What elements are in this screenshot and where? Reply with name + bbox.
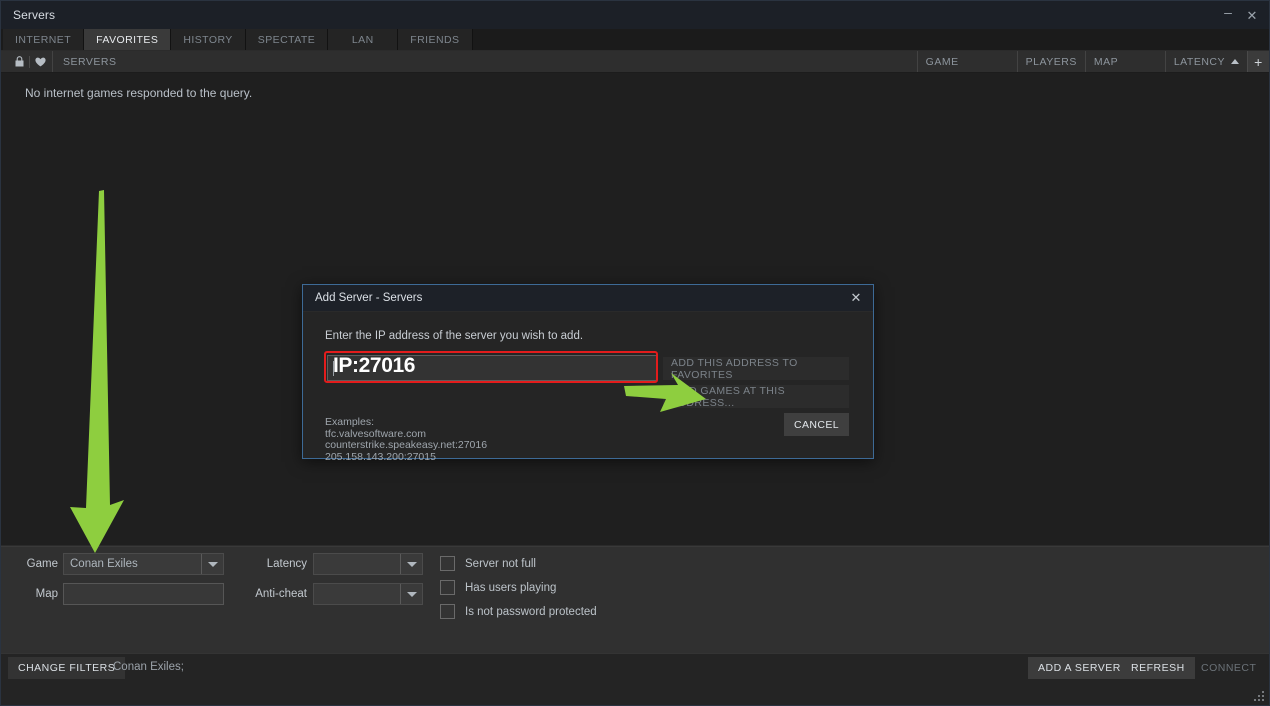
map-filter-input[interactable] bbox=[63, 583, 224, 605]
empty-list-message: No internet games responded to the query… bbox=[25, 86, 253, 100]
checkbox-box[interactable] bbox=[440, 580, 455, 595]
header-icon-divider bbox=[29, 55, 30, 68]
close-button[interactable]: ✕ bbox=[1241, 3, 1263, 27]
game-filter-dropdown[interactable]: Conan Exiles bbox=[63, 553, 224, 575]
sort-ascending-icon bbox=[1231, 59, 1239, 64]
column-map-label: MAP bbox=[1093, 55, 1119, 68]
column-header: SERVERS GAME PLAYERS MAP LATENCY + bbox=[1, 51, 1269, 73]
find-games-at-this-address-button[interactable]: FIND GAMES AT THIS ADDRESS... bbox=[663, 385, 849, 408]
minimize-button[interactable]: – bbox=[1217, 3, 1239, 27]
dialog-prompt: Enter the IP address of the server you w… bbox=[325, 330, 584, 342]
chevron-down-icon[interactable] bbox=[400, 554, 422, 574]
ip-annotation-text: IP:27016 bbox=[333, 354, 416, 377]
dialog-title: Add Server - Servers bbox=[315, 292, 423, 304]
column-map[interactable]: MAP bbox=[1084, 51, 1165, 72]
checkbox-label: Is not password protected bbox=[465, 605, 597, 618]
tab-spectate[interactable]: SPECTATE bbox=[245, 29, 329, 50]
column-servers[interactable]: SERVERS bbox=[52, 51, 917, 72]
chevron-down-icon[interactable] bbox=[400, 584, 422, 604]
cancel-button[interactable]: CANCEL bbox=[784, 413, 849, 436]
latency-filter-dropdown[interactable] bbox=[313, 553, 423, 575]
change-filters-button[interactable]: CHANGE FILTERS bbox=[8, 657, 126, 679]
column-header-icons bbox=[1, 51, 52, 72]
game-filter-value: Conan Exiles bbox=[70, 558, 138, 570]
anticheat-filter-dropdown[interactable] bbox=[313, 583, 423, 605]
column-players[interactable]: PLAYERS bbox=[1016, 51, 1085, 72]
checkbox-label: Server not full bbox=[465, 557, 536, 570]
tab-favorites[interactable]: FAVORITES bbox=[84, 29, 172, 50]
chevron-down-icon[interactable] bbox=[201, 554, 223, 574]
column-servers-label: SERVERS bbox=[63, 55, 117, 68]
window-controls: – ✕ bbox=[1217, 1, 1263, 29]
window-title: Servers bbox=[13, 8, 56, 22]
dialog-body: Enter the IP address of the server you w… bbox=[303, 312, 873, 462]
tab-lan[interactable]: LAN bbox=[328, 29, 399, 50]
checkbox-label: Has users playing bbox=[465, 581, 557, 594]
title-bar: Servers – ✕ bbox=[1, 1, 1269, 29]
tab-bar: INTERNET FAVORITES HISTORY SPECTATE LAN … bbox=[1, 29, 1269, 51]
active-filter-summary: Conan Exiles; bbox=[113, 661, 184, 673]
example-line: counterstrike.speakeasy.net:27016 bbox=[325, 439, 488, 451]
add-column-button[interactable]: + bbox=[1247, 51, 1269, 72]
dialog-title-bar: Add Server - Servers ✕ bbox=[303, 285, 873, 312]
checkbox-is-not-password-protected[interactable]: Is not password protected bbox=[440, 604, 597, 619]
column-game[interactable]: GAME bbox=[916, 51, 1017, 72]
column-game-label: GAME bbox=[925, 55, 959, 68]
add-a-server-button[interactable]: ADD A SERVER bbox=[1028, 657, 1131, 679]
checkbox-has-users-playing[interactable]: Has users playing bbox=[440, 580, 556, 595]
column-latency[interactable]: LATENCY bbox=[1164, 51, 1247, 72]
map-filter-label: Map bbox=[35, 588, 58, 600]
tab-history[interactable]: HISTORY bbox=[171, 29, 246, 50]
refresh-button[interactable]: REFRESH bbox=[1121, 657, 1195, 679]
latency-filter-label: Latency bbox=[266, 558, 307, 570]
connect-button: CONNECT bbox=[1201, 662, 1257, 674]
examples-block: Examples: tfc.valvesoftware.com counters… bbox=[325, 416, 488, 463]
examples-heading: Examples: bbox=[325, 416, 375, 428]
add-server-dialog: Add Server - Servers ✕ Enter the IP addr… bbox=[302, 284, 874, 462]
column-players-label: PLAYERS bbox=[1025, 55, 1077, 68]
checkbox-server-not-full[interactable]: Server not full bbox=[440, 556, 536, 571]
example-line: 205.158.143.200:27015 bbox=[325, 450, 436, 463]
column-latency-label: LATENCY bbox=[1173, 55, 1225, 68]
resize-grip[interactable] bbox=[1252, 689, 1264, 701]
checkbox-box[interactable] bbox=[440, 604, 455, 619]
lock-icon bbox=[11, 56, 27, 67]
tab-internet[interactable]: INTERNET bbox=[3, 29, 85, 50]
dialog-close-button[interactable]: ✕ bbox=[847, 289, 865, 307]
game-filter-label: Game bbox=[26, 558, 58, 570]
checkbox-box[interactable] bbox=[440, 556, 455, 571]
anticheat-filter-label: Anti-cheat bbox=[255, 588, 307, 600]
favorite-heart-icon bbox=[32, 57, 48, 67]
tab-friends[interactable]: FRIENDS bbox=[398, 29, 473, 50]
add-this-address-to-favorites-button[interactable]: ADD THIS ADDRESS TO FAVORITES bbox=[663, 357, 849, 381]
